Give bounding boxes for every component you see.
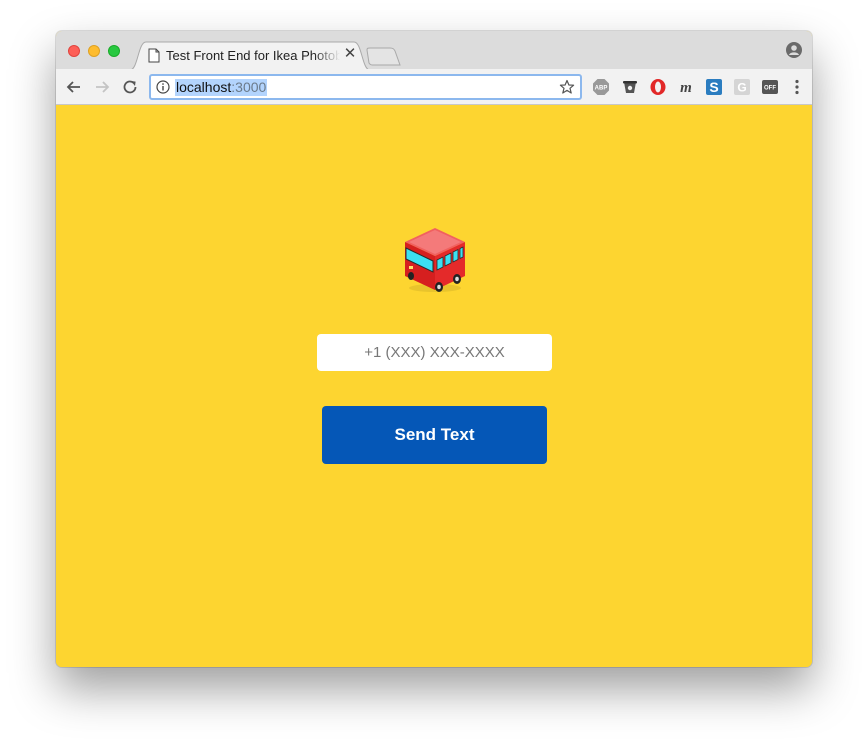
s-extension-icon[interactable]: S — [705, 78, 723, 96]
tab-active[interactable]: Test Front End for Ikea Photobooth ✕ — [130, 41, 370, 70]
svg-text:ABP: ABP — [595, 86, 608, 92]
phone-number-input[interactable] — [317, 334, 552, 371]
send-text-button[interactable]: Send Text — [322, 406, 547, 464]
url-port: :3000 — [231, 79, 267, 95]
off-extension-icon[interactable]: OFF — [761, 78, 779, 96]
page-icon — [148, 48, 160, 63]
tab-close-icon[interactable]: ✕ — [342, 46, 358, 62]
bus-icon — [405, 228, 465, 292]
tab-title: Test Front End for Ikea Photobooth — [166, 48, 340, 63]
svg-text:m: m — [680, 80, 692, 96]
m-extension-icon[interactable]: m — [677, 78, 695, 96]
svg-text:S: S — [709, 79, 718, 95]
adblock-plus-icon[interactable]: ABP — [592, 78, 610, 96]
url-text[interactable]: localhost:3000 — [175, 79, 268, 96]
g-extension-icon[interactable]: G — [733, 78, 751, 96]
forward-arrow-icon[interactable] — [93, 78, 111, 96]
menu-dots-icon[interactable] — [788, 78, 806, 96]
reload-icon[interactable] — [121, 78, 139, 96]
minimize-window-button[interactable] — [88, 45, 100, 57]
url-host: localhost — [176, 79, 232, 95]
back-arrow-icon[interactable] — [65, 78, 83, 96]
maximize-window-button[interactable] — [108, 45, 120, 57]
close-window-button[interactable] — [68, 45, 80, 57]
info-icon[interactable] — [156, 80, 170, 94]
address-bar[interactable]: localhost:3000 — [149, 74, 582, 100]
page-content: Send Text — [56, 106, 812, 667]
opera-icon[interactable] — [649, 78, 667, 96]
bookmark-star-icon[interactable] — [559, 79, 575, 95]
browser-toolbar: localhost:3000 ABP m S G OFF — [56, 69, 812, 105]
new-tab-button[interactable] — [366, 47, 402, 67]
tab-strip: Test Front End for Ikea Photobooth ✕ — [56, 31, 812, 70]
svg-text:OFF: OFF — [764, 86, 776, 92]
svg-text:G: G — [737, 81, 746, 95]
cup-icon[interactable] — [621, 78, 639, 96]
browser-window: Test Front End for Ikea Photobooth ✕ — [56, 31, 812, 667]
profile-icon[interactable] — [786, 42, 802, 58]
